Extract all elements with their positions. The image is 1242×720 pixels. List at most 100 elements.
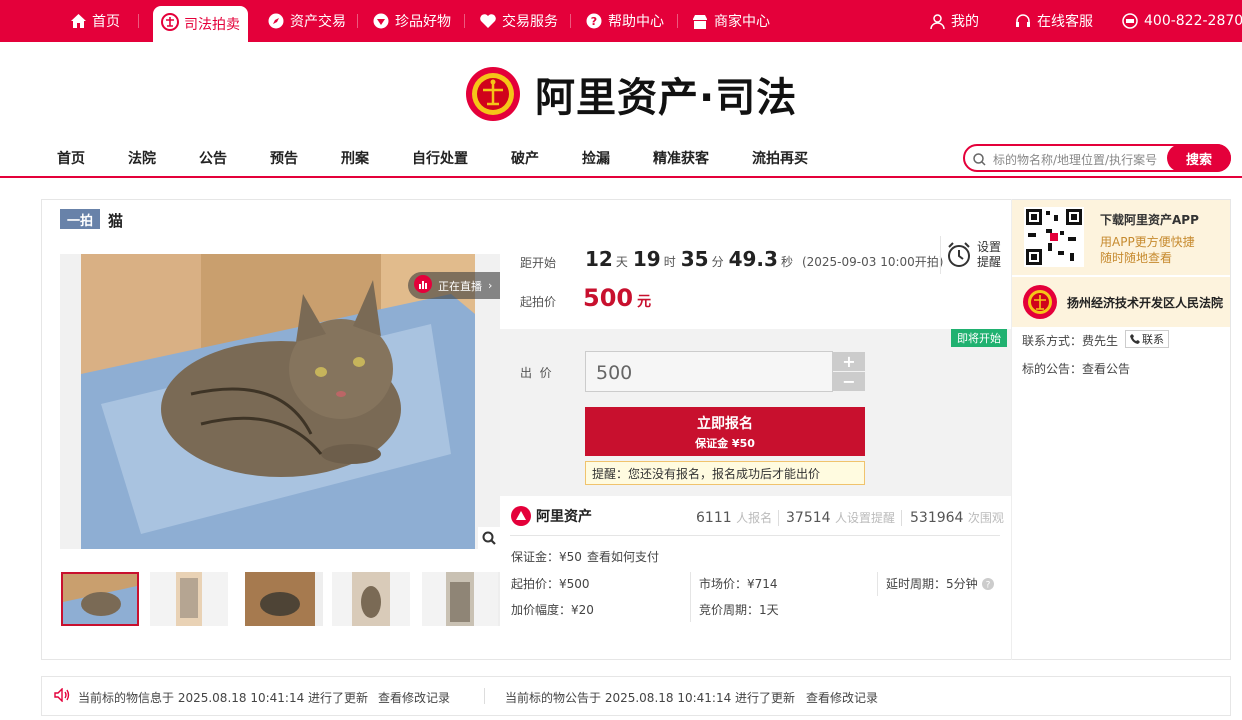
site-title: 阿里资产·司法 xyxy=(535,75,798,121)
catnav-failed-resale[interactable]: 流拍再买 xyxy=(752,148,808,168)
item-title: 猫 xyxy=(108,212,124,230)
topnav-mine[interactable]: 我的 xyxy=(929,0,979,42)
divider xyxy=(570,14,571,28)
search-icon xyxy=(973,153,986,166)
catnav-criminal[interactable]: 刑案 xyxy=(341,148,369,168)
court-emblem-icon xyxy=(161,13,179,35)
info-update-text: 当前标的物信息于 2025.08.18 10:41:14 进行了更新 xyxy=(78,691,369,705)
registered-count: 6111 人报名 xyxy=(696,510,773,526)
thumbnail-5[interactable] xyxy=(422,572,500,626)
how-to-pay-link[interactable]: 查看如何支付 xyxy=(587,548,659,565)
zoom-button[interactable] xyxy=(478,527,500,549)
catnav-bargain[interactable]: 捡漏 xyxy=(582,148,610,168)
reminder-count: 37514 人设置提醒 xyxy=(786,510,896,526)
topnav-home[interactable]: 首页 xyxy=(70,0,120,42)
topnav-help-center[interactable]: ? 帮助中心 xyxy=(586,0,664,42)
home-icon xyxy=(70,13,86,29)
user-icon xyxy=(929,13,945,29)
thumbnail-2[interactable] xyxy=(150,572,228,626)
deposit-info: 保证金：¥50 xyxy=(511,550,582,564)
countdown-label: 距开始 xyxy=(520,256,557,270)
contact-button[interactable]: 联系 xyxy=(1125,330,1169,348)
topnav-asset-trade[interactable]: 资产交易 xyxy=(268,0,346,42)
market-price-info: 市场价：¥714 xyxy=(699,577,778,591)
divider xyxy=(901,510,902,526)
topnav-phone[interactable]: 400-822-2870 xyxy=(1122,0,1242,42)
phone-badge-icon xyxy=(1122,13,1138,29)
topnav-judicial-auction[interactable]: 司法拍卖 xyxy=(153,6,248,42)
catnav-court[interactable]: 法院 xyxy=(128,148,156,168)
search-button[interactable]: 搜索 xyxy=(1167,144,1231,172)
phone-icon xyxy=(1130,334,1140,344)
catnav-precise-acquisition[interactable]: 精准获客 xyxy=(653,148,709,168)
countdown-days: 12 xyxy=(585,247,613,271)
notice-label: 标的公告： xyxy=(1022,362,1083,376)
divider xyxy=(357,14,358,28)
countdown-minutes: 35 xyxy=(680,247,709,271)
notice-change-log-link[interactable]: 查看修改记录 xyxy=(806,689,878,706)
site-logo[interactable]: 阿里资产·司法 xyxy=(465,64,797,124)
gem-icon xyxy=(373,13,389,29)
ali-assets-logo-icon xyxy=(511,506,531,526)
topnav-online-service[interactable]: 在线客服 xyxy=(1015,0,1093,42)
topnav-treasures[interactable]: 珍品好物 xyxy=(373,0,451,42)
court-name[interactable]: 扬州经济技术开发区人民法院 xyxy=(1067,294,1223,311)
divider xyxy=(464,14,465,28)
help-icon: ? xyxy=(586,13,602,29)
item-main-photo[interactable] xyxy=(81,254,475,549)
start-time: (2025-09-03 10:00开拍) xyxy=(801,255,944,269)
live-stream-button[interactable]: 正在直播 › xyxy=(408,272,500,299)
countdown-hours: 19 xyxy=(632,247,661,271)
app-title: 下载阿里资产APP xyxy=(1100,213,1199,227)
divider xyxy=(677,14,678,28)
search-input[interactable]: 标的物名称/地理位置/执行案号 xyxy=(993,151,1157,168)
catnav-home[interactable]: 首页 xyxy=(57,148,85,168)
svg-text:?: ? xyxy=(591,15,597,28)
catnav-bankruptcy[interactable]: 破产 xyxy=(511,148,539,168)
divider xyxy=(510,535,1000,536)
thumbnail-1[interactable] xyxy=(61,572,139,626)
contact-person: 费先生 xyxy=(1082,334,1119,348)
divider xyxy=(484,688,485,704)
decrease-bid-button[interactable]: − xyxy=(833,372,865,391)
bid-input[interactable]: 500 xyxy=(585,351,833,392)
view-notice-link[interactable]: 查看公告 xyxy=(1082,360,1130,377)
set-reminder-button[interactable]: 设置提醒 xyxy=(947,240,1003,270)
bid-label: 出 价 xyxy=(520,366,552,380)
help-circle-icon[interactable]: ? xyxy=(981,577,994,590)
app-line-1: 用APP更方便快捷 xyxy=(1100,235,1195,249)
view-count: 531964 次围观 xyxy=(910,510,1004,526)
heart-icon xyxy=(480,13,496,29)
countdown-seconds: 49.3 xyxy=(728,247,778,271)
thumbnail-3[interactable] xyxy=(245,572,323,626)
catnav-announcement[interactable]: 公告 xyxy=(199,148,227,168)
catnav-self-disposal[interactable]: 自行处置 xyxy=(412,148,468,168)
topnav-trade-service[interactable]: 交易服务 xyxy=(480,0,558,42)
thumbnail-4[interactable] xyxy=(332,572,410,626)
ali-assets-brand: 阿里资产 xyxy=(511,506,592,526)
app-line-2: 随时随地查看 xyxy=(1100,251,1173,265)
auction-round-badge: 一拍 xyxy=(60,209,100,229)
qr-code xyxy=(1024,207,1084,267)
magnifier-icon xyxy=(482,531,496,545)
info-change-log-link[interactable]: 查看修改记录 xyxy=(378,689,450,706)
compass-icon xyxy=(268,13,284,29)
delay-info: 延时周期：5分钟 ? xyxy=(886,575,994,592)
divider xyxy=(940,236,941,274)
nav-underline xyxy=(0,176,1242,178)
countdown: 12 天 19 时 35 分 49.3 秒 (2025-09-03 10:00开… xyxy=(585,247,944,271)
start-price-value: 500 元 xyxy=(583,284,652,312)
register-now-button[interactable]: 立即报名 保证金 ¥50 xyxy=(585,407,865,456)
increase-bid-button[interactable]: + xyxy=(833,352,865,371)
search-box: 标的物名称/地理位置/执行案号 搜索 xyxy=(963,144,1231,172)
alarm-clock-icon xyxy=(948,242,970,267)
start-price-label: 起拍价 xyxy=(520,295,557,309)
start-price-info: 起拍价：¥500 xyxy=(511,577,590,591)
registration-notice: 提醒：您还没有报名，报名成功后才能出价 xyxy=(585,461,865,485)
increment-info: 加价幅度：¥20 xyxy=(511,603,594,617)
catnav-preview[interactable]: 预告 xyxy=(270,148,298,168)
chevron-right-icon: › xyxy=(488,279,493,292)
svg-text:?: ? xyxy=(985,580,990,590)
speaker-icon xyxy=(54,687,70,705)
topnav-merchant-center[interactable]: 商家中心 xyxy=(692,0,770,42)
